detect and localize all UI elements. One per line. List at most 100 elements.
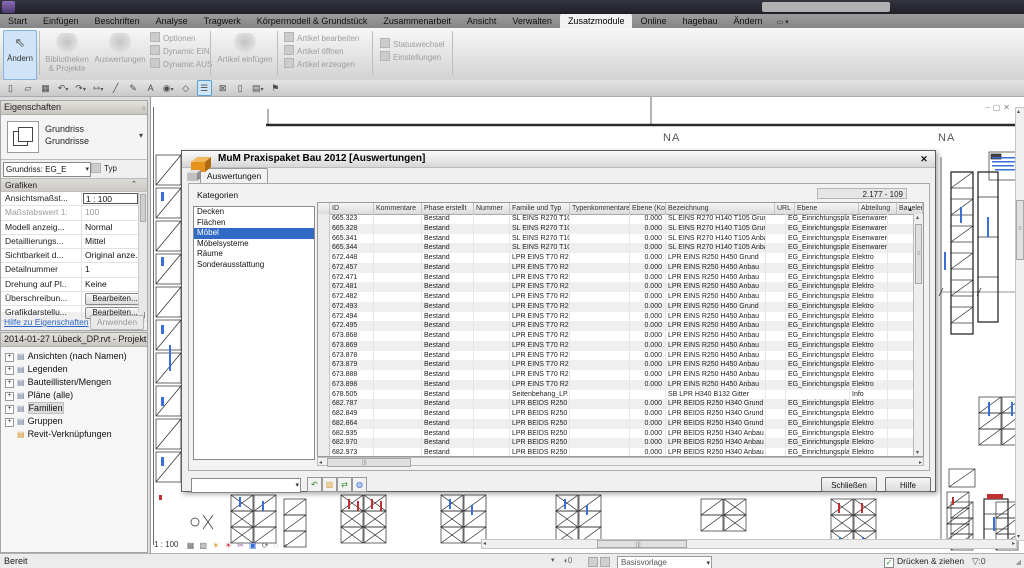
- dialog-title-bar[interactable]: MuM Praxispaket Bau 2012 [Auswertungen] …: [182, 151, 935, 168]
- table-row[interactable]: 665.341 Bestand SL EINS R270 T10... 0.00…: [318, 234, 914, 244]
- tag-icon[interactable]: ◉▾: [162, 80, 175, 98]
- table-row[interactable]: 672.482 Bestand LPR EINS T70 R25... 0.00…: [318, 292, 914, 302]
- table-row[interactable]: 682.864 Bestand LPR BEIDS R250 ... 0.000…: [318, 419, 914, 429]
- selection-filter-icon[interactable]: ▽:0: [972, 556, 986, 567]
- table-row[interactable]: 672.457 Bestand LPR EINS T70 R25... 0.00…: [318, 263, 914, 273]
- measure-icon[interactable]: ⇿▾: [92, 80, 105, 98]
- ribbon-tab[interactable]: Ansicht: [459, 14, 505, 28]
- back-icon[interactable]: ↶: [307, 477, 322, 492]
- options-button[interactable]: Optionen: [150, 32, 212, 45]
- expand-icon[interactable]: +: [5, 418, 14, 427]
- properties-help-link[interactable]: Hilfe zu Eigenschaften: [4, 317, 89, 327]
- libraries-projects-button[interactable]: Bibliotheken & Projekte: [42, 30, 92, 78]
- section-icon[interactable]: ▯: [234, 80, 247, 96]
- status-change-button[interactable]: Statuswechsel: [380, 38, 445, 51]
- detail-level-icon[interactable]: ▦: [187, 540, 195, 552]
- folder-icon[interactable]: ▨: [322, 477, 337, 492]
- expand-icon[interactable]: +: [5, 353, 14, 362]
- thin-lines-icon[interactable]: ▤▾: [251, 80, 264, 98]
- tree-item[interactable]: +▤Revit-Verknüpfungen: [1, 428, 147, 441]
- drawing-horizontal-scrollbar[interactable]: ◂ ||| ▸: [481, 539, 1017, 549]
- scale-control[interactable]: 1 : 100: [154, 540, 178, 549]
- dynamic-on-button[interactable]: Dynamic EIN: [150, 45, 212, 58]
- chevron-down-icon[interactable]: ▾: [139, 131, 143, 140]
- modify-button[interactable]: ⇖Ändern: [3, 30, 37, 80]
- tree-item[interactable]: +▤Pläne (alle): [1, 389, 147, 402]
- restore-icon[interactable]: ▢: [993, 103, 1004, 112]
- text-icon[interactable]: A: [144, 80, 157, 96]
- type-selector-preview[interactable]: GrundrissGrundrisse ▾: [1, 115, 147, 160]
- new-file-icon[interactable]: ▯: [4, 80, 17, 96]
- category-item[interactable]: Möbel: [194, 228, 314, 239]
- tree-item[interactable]: +▤Ansichten (nach Namen): [1, 350, 147, 363]
- create-article-button[interactable]: Artikel erzeugen: [284, 58, 359, 71]
- tree-item[interactable]: +▤Legenden: [1, 363, 147, 376]
- graphics-section-header[interactable]: Grafiken⌃: [1, 179, 147, 192]
- table-row[interactable]: 672.481 Bestand LPR EINS T70 R25... 0.00…: [318, 282, 914, 292]
- table-row[interactable]: 673.879 Bestand LPR EINS T70 R25... 0.00…: [318, 360, 914, 370]
- table-vertical-scrollbar[interactable]: ▴ ≡ ▾: [913, 214, 923, 456]
- properties-scrollbar[interactable]: [138, 192, 147, 312]
- filter-combobox[interactable]: ▾: [191, 478, 301, 493]
- table-row[interactable]: 673.869 Bestand LPR EINS T70 R25... 0.00…: [318, 341, 914, 351]
- apply-button[interactable]: Anwenden: [90, 315, 144, 330]
- crop-view-icon[interactable]: ✂: [237, 540, 244, 552]
- table-row[interactable]: 682.935 Bestand LPR BEIDS R250 ... 0.000…: [318, 429, 914, 439]
- close-view-icon[interactable]: ✕: [1003, 103, 1013, 112]
- design-option-icon[interactable]: [588, 557, 612, 568]
- shadows-icon[interactable]: ☀: [225, 540, 232, 552]
- table-row[interactable]: 665.328 Bestand SL EINS R270 T10... 0.00…: [318, 224, 914, 234]
- application-menu-icon[interactable]: [2, 1, 15, 13]
- ribbon-tab[interactable]: hagebau: [674, 14, 725, 28]
- table-row[interactable]: 665.323 Bestand SL EINS R270 T10... 0.00…: [318, 214, 914, 224]
- infocenter-search-input[interactable]: [762, 2, 890, 12]
- view-selector-dropdown[interactable]: Grundriss: EG_E▾: [3, 162, 91, 177]
- ribbon-tab[interactable]: Beschriften: [87, 14, 148, 28]
- insert-article-button[interactable]: Artikel einfügen: [216, 30, 274, 78]
- sun-path-icon[interactable]: ☀: [212, 540, 219, 552]
- close-hidden-windows-icon[interactable]: ⊠: [216, 80, 229, 96]
- collapse-icon[interactable]: ⌃: [131, 179, 137, 191]
- table-row[interactable]: 672.495 Bestand LPR EINS T70 R25... 0.00…: [318, 321, 914, 331]
- globe-icon[interactable]: ◍: [352, 477, 367, 492]
- property-row[interactable]: Sichtbarkeit d...Original anze...: [1, 249, 147, 263]
- property-row[interactable]: Ansichtsmaßst...1 : 100: [1, 192, 147, 206]
- dynamic-off-button[interactable]: Dynamic AUS: [150, 58, 212, 71]
- aligned-dimension-icon[interactable]: ╱: [109, 80, 122, 96]
- table-row[interactable]: 673.888 Bestand LPR EINS T70 R25... 0.00…: [318, 370, 914, 380]
- property-row[interactable]: Detailnummer1: [1, 263, 147, 277]
- visual-style-icon[interactable]: ▧: [200, 540, 208, 552]
- transfer-icon[interactable]: ⇄: [337, 477, 352, 492]
- category-item[interactable]: Möbelsysteme: [194, 239, 314, 250]
- expand-icon[interactable]: +: [5, 392, 14, 401]
- tree-item[interactable]: +▤Gruppen: [1, 415, 147, 428]
- table-row[interactable]: 682.970 Bestand LPR BEIDS R250 ... 0.000…: [318, 438, 914, 448]
- evaluations-button[interactable]: Auswertungen: [94, 30, 146, 78]
- drawing-vertical-scrollbar[interactable]: ▴ ≡ ▾: [1015, 107, 1024, 541]
- ribbon-tab[interactable]: Zusatzmodule: [560, 14, 633, 28]
- table-horizontal-scrollbar[interactable]: ◂ ||| ▸: [317, 457, 924, 466]
- edit-article-button[interactable]: Artikel bearbeiten: [284, 32, 359, 45]
- show-crop-region-icon[interactable]: ▣: [249, 540, 257, 552]
- open-file-icon[interactable]: ▱: [22, 80, 35, 96]
- properties-header[interactable]: Eigenschaften▫: [1, 101, 147, 115]
- ribbon-tab[interactable]: Start: [0, 14, 35, 28]
- reveal-hidden-icon[interactable]: ◌: [274, 540, 279, 552]
- tree-item[interactable]: +▤Bauteillisten/Mengen: [1, 376, 147, 389]
- ribbon-tab[interactable]: Online: [632, 14, 674, 28]
- ribbon-tab[interactable]: Verwalten: [504, 14, 560, 28]
- ribbon-tab[interactable]: Körpermodell & Grundstück: [249, 14, 376, 28]
- category-item[interactable]: Sonderausstattung: [194, 260, 314, 271]
- temporary-hide-icon[interactable]: ⟳: [262, 540, 269, 552]
- category-item[interactable]: Decken: [194, 207, 314, 218]
- table-row[interactable]: 682.973 Bestand LPR BEIDS R250 ... 0.000…: [318, 448, 914, 456]
- analysis-display-icon[interactable]: ◂: [284, 540, 287, 552]
- undo-icon[interactable]: ↶▾: [57, 80, 70, 98]
- help-button[interactable]: Hilfe: [885, 477, 931, 492]
- property-row[interactable]: Überschreibun...Bearbeiten...: [1, 292, 147, 306]
- table-row[interactable]: 682.849 Bestand LPR BEIDS R250 ... 0.000…: [318, 409, 914, 419]
- editable-only-icon[interactable]: ◖0: [563, 556, 572, 565]
- table-row[interactable]: 665.344 Bestand SL EINS R270 T10... 0.00…: [318, 243, 914, 253]
- tree-item[interactable]: +▤Familien: [1, 402, 147, 415]
- edit-overrides-button[interactable]: Bearbeiten...: [85, 293, 145, 305]
